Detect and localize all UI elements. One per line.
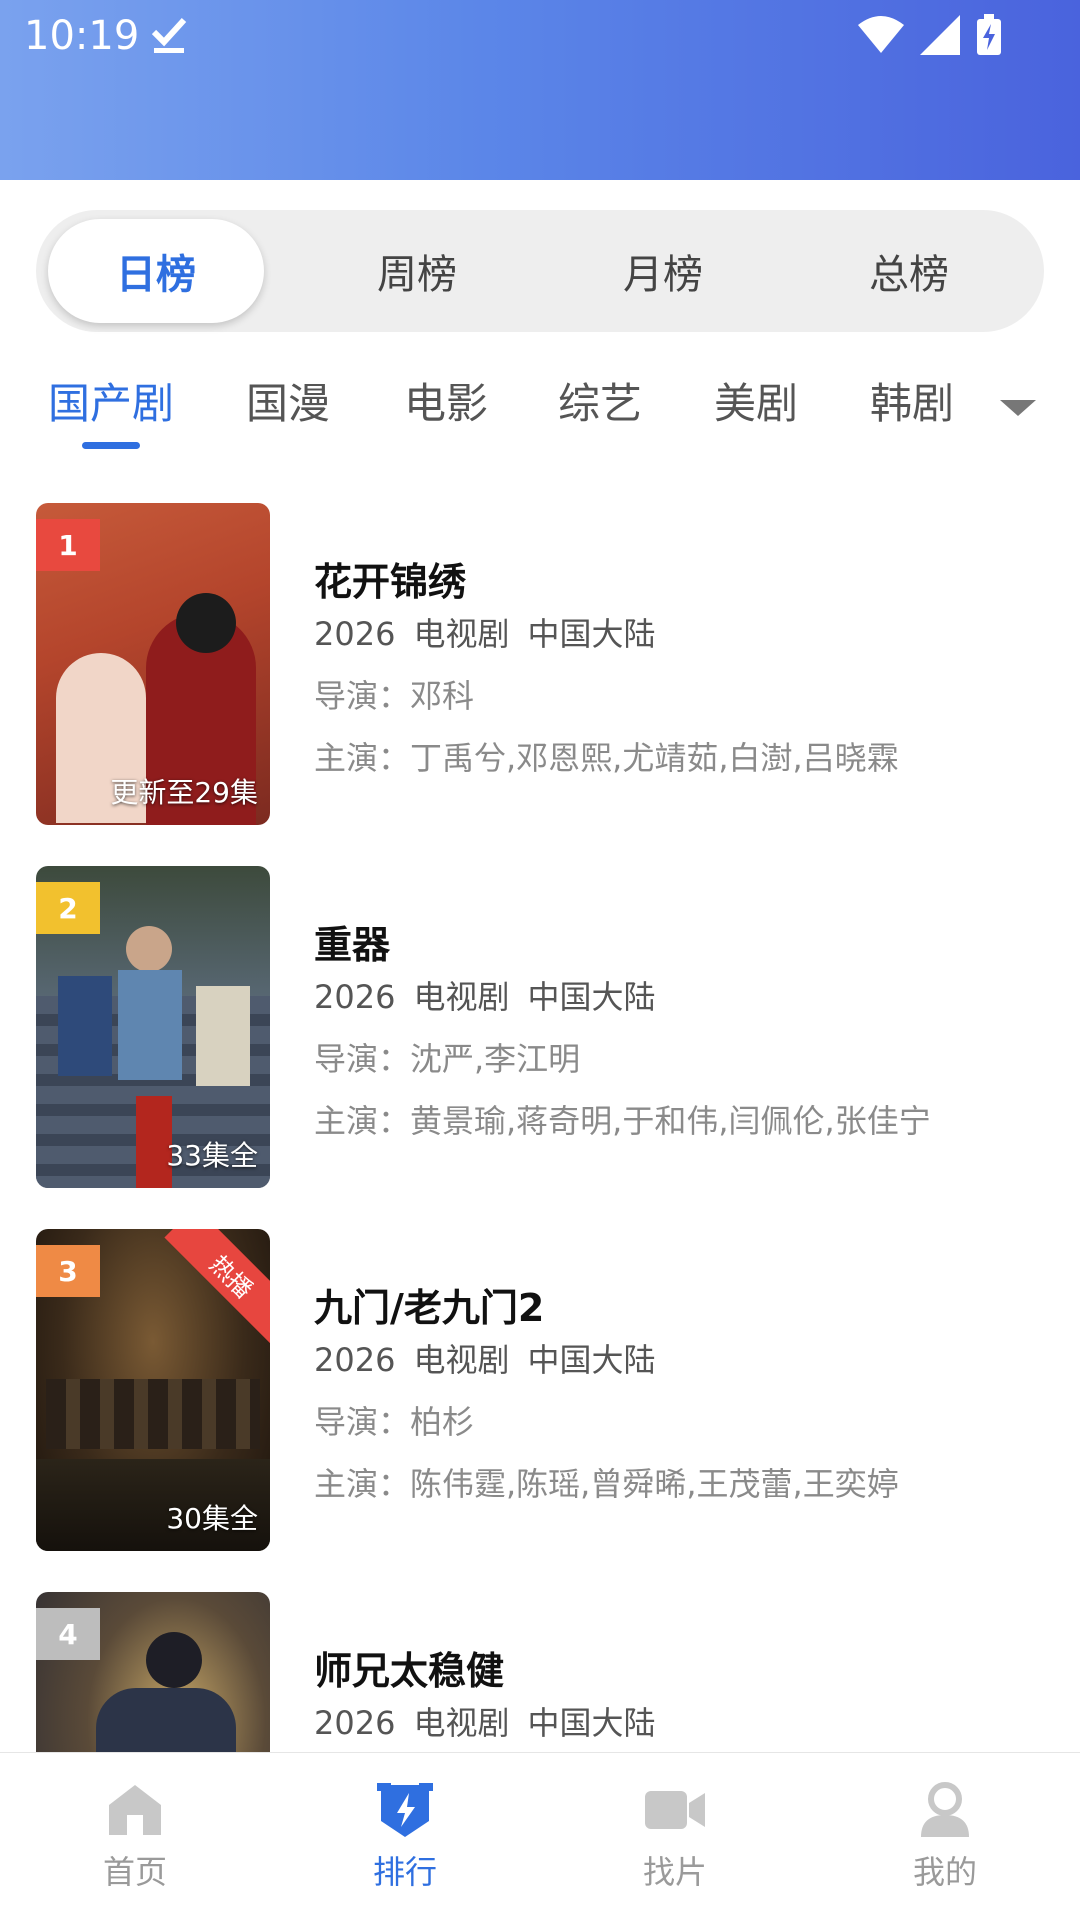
tab-ranking[interactable]: 排行 <box>270 1753 540 1920</box>
show-meta: 2026 电视剧 中国大陆 <box>314 609 1034 671</box>
ranking-list: 1 更新至29集 花开锦绣 2026 电视剧 中国大陆 导演：邓科 主演：丁禹兮,邓… <box>0 503 1080 1753</box>
show-cast: 主演：丁禹兮,邓恩熙,尤靖茹,白澍,吕晓霖 <box>314 739 899 777</box>
rank-badge: 3 <box>36 1245 100 1297</box>
show-type: 电视剧 <box>413 1341 510 1379</box>
poster-image: 1 更新至29集 <box>36 503 270 825</box>
tab-daily[interactable]: 日榜 <box>48 219 264 323</box>
show-meta: 2026 电视剧 中国大陆 <box>314 1698 1034 1753</box>
bottom-tab-bar: 首页 排行 找片 我的 <box>0 1752 1080 1920</box>
show-type: 电视剧 <box>413 1704 510 1742</box>
rank-badge: 2 <box>36 882 100 934</box>
tab-weekly[interactable]: 周榜 <box>294 219 540 323</box>
category-active-indicator <box>82 442 140 449</box>
tab-home-label: 首页 <box>102 1852 167 1891</box>
list-item[interactable]: 2 33集全 重器 2026 电视剧 中国大陆 导演：沈严,李江明 主演：黄景瑜,蒋… <box>36 866 1046 1188</box>
show-meta: 2026 电视剧 中国大陆 <box>314 972 1034 1034</box>
hot-badge: 热播 <box>164 1229 270 1344</box>
download-done-icon <box>150 12 190 60</box>
poster-image: 2 33集全 <box>36 866 270 1188</box>
video-camera-icon <box>645 1790 705 1829</box>
battery-icon <box>976 14 1002 60</box>
rank-badge: 1 <box>36 519 100 571</box>
category-korean-drama[interactable]: 韩剧 <box>870 370 954 431</box>
poster-image: 3 热播 30集全 <box>36 1229 270 1551</box>
category-us-drama[interactable]: 美剧 <box>714 370 798 431</box>
poster-image: 4 <box>36 1592 270 1753</box>
show-region: 中国大陆 <box>527 615 656 653</box>
tab-profile-label: 我的 <box>912 1852 977 1891</box>
category-domestic-drama[interactable]: 国产剧 <box>48 370 174 431</box>
signal-icon <box>920 15 960 59</box>
category-movie[interactable]: 电影 <box>404 370 488 431</box>
tab-discover[interactable]: 找片 <box>540 1753 810 1920</box>
show-cast: 主演：黄景瑜,蒋奇明,于和伟,闫佩伦,张佳宁 <box>314 1102 931 1140</box>
show-region: 中国大陆 <box>527 1704 656 1742</box>
tab-profile[interactable]: 我的 <box>810 1753 1080 1920</box>
show-region: 中国大陆 <box>527 1341 656 1379</box>
period-tabs: 日榜 周榜 月榜 总榜 <box>36 210 1044 332</box>
show-meta: 2026 电视剧 中国大陆 <box>314 1335 1034 1397</box>
show-type: 电视剧 <box>413 615 510 653</box>
show-year: 2026 <box>314 1341 396 1379</box>
category-variety[interactable]: 综艺 <box>558 370 642 431</box>
list-item[interactable]: 4 师兄太稳健 2026 电视剧 中国大陆 <box>36 1592 1046 1753</box>
show-title[interactable]: 师兄太稳健 <box>314 1640 1034 1698</box>
show-region: 中国大陆 <box>527 978 656 1016</box>
rank-badge: 4 <box>36 1608 100 1660</box>
episode-status: 30集全 <box>166 1502 258 1535</box>
show-director: 导演：邓科 <box>314 677 475 715</box>
show-title[interactable]: 九门/老九门2 <box>314 1277 1034 1335</box>
show-year: 2026 <box>314 615 396 653</box>
show-cast: 主演：陈伟霆,陈瑶,曾舜晞,王茂蕾,王奕婷 <box>314 1465 899 1503</box>
list-item[interactable]: 3 热播 30集全 九门/老九门2 2026 电视剧 中国大陆 导演：柏杉 主演：陈… <box>36 1229 1046 1551</box>
tab-discover-label: 找片 <box>642 1852 707 1891</box>
show-type: 电视剧 <box>413 978 510 1016</box>
status-time: 10:19 <box>24 13 140 59</box>
show-director: 导演：沈严,李江明 <box>314 1040 581 1078</box>
tab-monthly[interactable]: 月榜 <box>540 219 786 323</box>
user-icon <box>921 1781 969 1837</box>
episode-status: 33集全 <box>166 1139 258 1172</box>
show-year: 2026 <box>314 1704 396 1742</box>
tab-ranking-label: 排行 <box>372 1852 437 1891</box>
list-item[interactable]: 1 更新至29集 花开锦绣 2026 电视剧 中国大陆 导演：邓科 主演：丁禹兮,邓… <box>36 503 1046 825</box>
home-icon <box>109 1784 161 1835</box>
show-title[interactable]: 花开锦绣 <box>314 551 1034 609</box>
tab-home[interactable]: 首页 <box>0 1753 270 1920</box>
expand-categories-icon[interactable] <box>1000 400 1036 416</box>
category-chinese-anime[interactable]: 国漫 <box>246 370 330 431</box>
wifi-icon <box>858 15 904 59</box>
ranking-icon <box>377 1782 433 1837</box>
status-bar: 10:19 <box>0 0 1080 72</box>
episode-status: 更新至29集 <box>110 776 258 809</box>
tab-overall[interactable]: 总榜 <box>786 219 1032 323</box>
category-tabs: 国产剧 国漫 电影 综艺 美剧 韩剧 <box>0 370 1080 450</box>
show-title[interactable]: 重器 <box>314 914 1034 972</box>
show-year: 2026 <box>314 978 396 1016</box>
show-director: 导演：柏杉 <box>314 1403 475 1441</box>
